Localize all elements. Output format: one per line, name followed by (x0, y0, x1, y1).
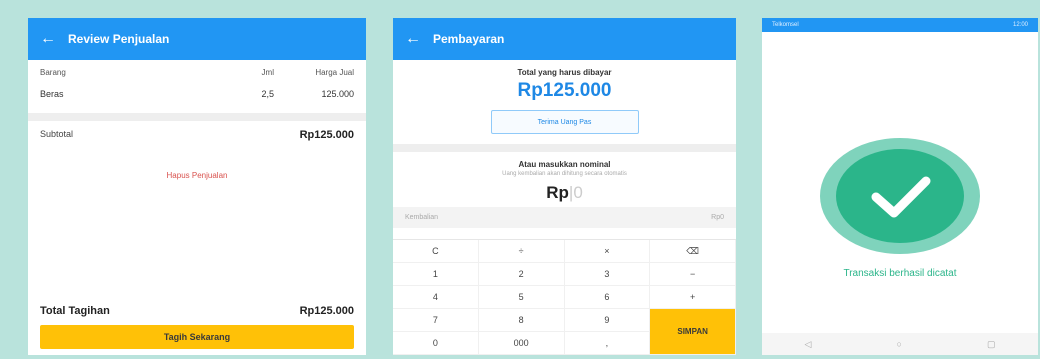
column-price: Harga Jual (315, 68, 354, 77)
table-header: Barang Jml Harga Jual (28, 60, 366, 81)
nominal-hint: Uang kembalian akan dihitung secara otom… (502, 171, 627, 177)
key-7[interactable]: 7 (393, 309, 479, 332)
key-0[interactable]: 0 (393, 332, 479, 355)
row-qty: 2,5 (261, 89, 274, 99)
status-bar: Telkomsel 12:00 (762, 18, 1038, 32)
key-000[interactable]: 000 (478, 332, 565, 355)
nominal-input[interactable]: Rp|0 (393, 183, 736, 203)
divider (28, 113, 366, 121)
row-price: 125.000 (321, 89, 354, 99)
delete-sale-link[interactable]: Hapus Penjualan (28, 171, 366, 180)
key-3[interactable]: 3 (564, 263, 651, 286)
keypad: C ÷ × ⌫ 1 2 3 − 4 5 6 + 7 8 9 SIMPAN 0 0… (393, 239, 736, 355)
total-area: Total Tagihan Rp125.000 Tagih Sekarang (28, 297, 366, 355)
row-item: Beras (40, 89, 64, 99)
success-check-icon (811, 135, 989, 257)
app-bar: ← Review Penjualan (28, 18, 366, 60)
success-message: Transaksi berhasil dicatat (843, 268, 957, 279)
nominal-section: Atau masukkan nominal Uang kembalian aka… (393, 152, 736, 203)
column-item: Barang (40, 68, 66, 77)
key-plus[interactable]: + (650, 286, 736, 309)
stage: ← Review Penjualan Barang Jml Harga Jual… (0, 0, 1040, 359)
nav-recents-icon[interactable]: ▢ (987, 339, 996, 350)
divider (393, 144, 736, 152)
currency-prefix: Rp (546, 183, 569, 202)
back-arrow-icon[interactable]: ← (40, 30, 56, 48)
screen-title: Pembayaran (433, 32, 505, 46)
carrier-text: Telkomsel (772, 22, 799, 28)
total-label: Total Tagihan (40, 305, 110, 317)
column-qty: Jml (261, 68, 274, 77)
nav-home-icon[interactable]: ○ (896, 339, 901, 349)
clock-text: 12:00 (1012, 22, 1028, 28)
key-comma[interactable]: , (564, 332, 651, 355)
save-button[interactable]: SIMPAN (650, 309, 736, 355)
screen-title: Review Penjualan (68, 32, 170, 46)
system-nav-bar: ◁ ○ ▢ (762, 333, 1038, 355)
change-label: Kembalian (405, 214, 439, 221)
key-1[interactable]: 1 (393, 263, 479, 286)
table-row[interactable]: Beras 2,5 125.000 (28, 81, 366, 107)
exact-cash-button[interactable]: Terima Uang Pas (490, 110, 639, 134)
nominal-title: Atau masukkan nominal (518, 160, 611, 169)
nav-back-icon[interactable]: ◁ (805, 339, 812, 350)
check-circle-graphic (820, 138, 980, 254)
key-8[interactable]: 8 (478, 309, 565, 332)
key-9[interactable]: 9 (564, 309, 651, 332)
backspace-icon[interactable]: ⌫ (650, 240, 736, 263)
change-row: Kembalian Rp0 (393, 207, 736, 228)
charge-now-button[interactable]: Tagih Sekarang (40, 325, 354, 349)
total-due-value: Rp125.000 (517, 80, 612, 101)
key-divide[interactable]: ÷ (478, 240, 565, 263)
key-clear[interactable]: C (393, 240, 479, 263)
total-value: Rp125.000 (299, 305, 354, 317)
key-4[interactable]: 4 (393, 286, 479, 309)
key-multiply[interactable]: × (564, 240, 651, 263)
payment-summary: Total yang harus dibayar Rp125.000 Terim… (393, 60, 736, 134)
input-placeholder: 0 (573, 183, 583, 202)
subtotal-value: Rp125.000 (299, 129, 354, 141)
total-row: Total Tagihan Rp125.000 (40, 297, 354, 325)
change-value: Rp0 (711, 214, 724, 221)
review-penjualan-screen: ← Review Penjualan Barang Jml Harga Jual… (28, 18, 366, 355)
key-minus[interactable]: − (650, 263, 736, 286)
pembayaran-screen: ← Pembayaran Total yang harus dibayar Rp… (393, 18, 736, 355)
key-6[interactable]: 6 (564, 286, 651, 309)
subtotal-label: Subtotal (40, 129, 74, 139)
back-arrow-icon[interactable]: ← (405, 30, 421, 48)
app-bar: ← Pembayaran (393, 18, 736, 60)
success-screen: Telkomsel 12:00 Transaksi berhasil dicat… (762, 18, 1038, 355)
key-5[interactable]: 5 (478, 286, 565, 309)
key-2[interactable]: 2 (478, 263, 565, 286)
total-due-label: Total yang harus dibayar (517, 68, 612, 77)
subtotal-row: Subtotal Rp125.000 (28, 121, 366, 149)
